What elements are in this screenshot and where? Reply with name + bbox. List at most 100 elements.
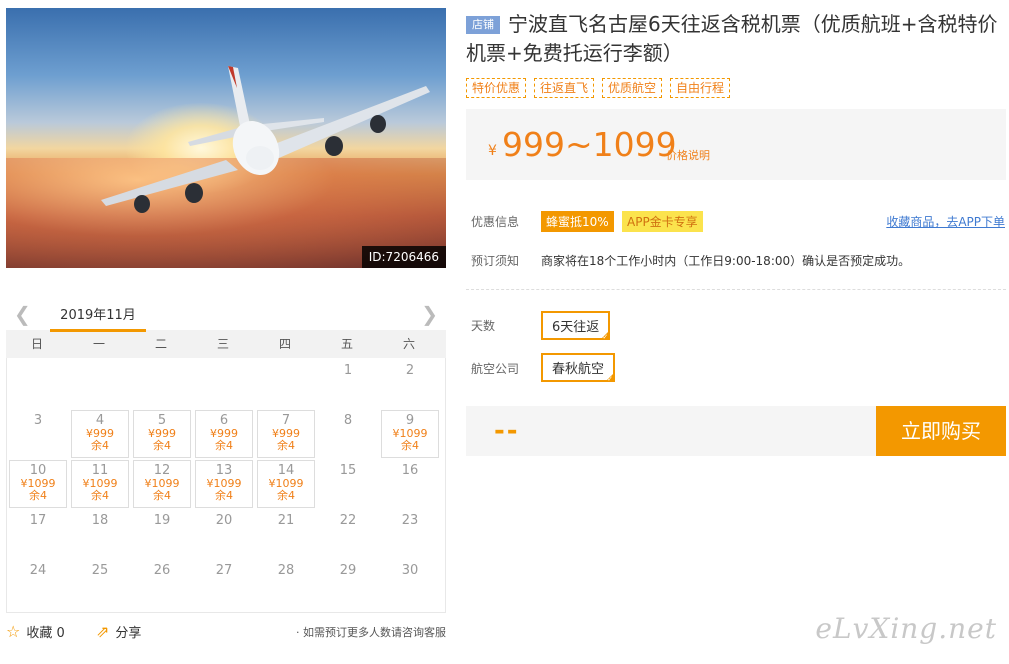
check-icon: ✓: [602, 333, 609, 341]
calendar-day-available[interactable]: 13 ¥1099 余4: [195, 460, 253, 508]
promo-label: 优惠信息: [471, 215, 520, 229]
calendar-day: 26: [131, 558, 193, 608]
calendar-day: 21: [255, 508, 317, 558]
weekday-label: 六: [402, 337, 415, 351]
total-price: --: [494, 416, 520, 446]
day-remaining: 余4: [401, 439, 419, 452]
calendar-day: 27: [193, 558, 255, 608]
calendar-day: 1: [317, 358, 379, 408]
day-number: 17: [29, 513, 47, 528]
favorite-button[interactable]: ☆ 收藏 0: [6, 622, 65, 641]
calendar-day: 29: [317, 558, 379, 608]
day-number: 1: [343, 363, 353, 378]
calendar-day-available[interactable]: 9 ¥1099 余4: [381, 410, 439, 458]
tag: 往返直飞: [534, 78, 595, 98]
calendar-week: 10 ¥1099 余4 11 ¥1099 余4 12 ¥1099 余4 13 ¥1099 余4 14 ¥1…: [7, 458, 445, 508]
day-number: 30: [401, 563, 419, 578]
price-calendar: ❮ 2019年11月 ❯ 日一二三四五六 1 2 3 4 ¥999 余4 5 ¥999 余4 6 ¥…: [6, 296, 446, 613]
calendar-day: [193, 358, 255, 408]
favorite-label: 收藏: [26, 626, 53, 641]
calendar-day-available[interactable]: 4 ¥999 余4: [71, 410, 129, 458]
day-number: 7: [281, 413, 291, 428]
day-remaining: 余4: [153, 489, 171, 502]
price-explain-link[interactable]: 价格说明: [666, 147, 710, 163]
day-number: 29: [339, 563, 357, 578]
tag: 自由行程: [670, 78, 731, 98]
day-remaining: 余4: [153, 439, 171, 452]
day-number: 23: [401, 513, 419, 528]
calendar-day-available[interactable]: 10 ¥1099 余4: [9, 460, 67, 508]
calendar-day-available[interactable]: 6 ¥999 余4: [195, 410, 253, 458]
share-label: 分享: [115, 626, 142, 641]
day-remaining: 余4: [277, 489, 295, 502]
days-option-label: 6天往返: [552, 320, 600, 335]
day-number: 24: [29, 563, 47, 578]
day-number: 6: [219, 413, 229, 428]
price-range: 999~1099: [502, 125, 677, 164]
product-title: 店铺 宁波直飞名古屋6天往返含税机票（优质航班+含税特价机票+免费托运行李额）: [466, 10, 1006, 68]
calendar-day: 15: [317, 458, 379, 508]
calendar-weekday-header: 日一二三四五六: [6, 330, 446, 358]
calendar-day: 17: [7, 508, 69, 558]
store-badge: 店铺: [466, 16, 500, 34]
day-number: 20: [215, 513, 233, 528]
calendar-day: 30: [379, 558, 441, 608]
divider: [466, 289, 1006, 290]
calendar-day: 20: [193, 508, 255, 558]
calendar-day: 18: [69, 508, 131, 558]
day-number: 3: [33, 413, 43, 428]
calendar-day-available[interactable]: 5 ¥999 余4: [133, 410, 191, 458]
day-number: 11: [91, 463, 109, 478]
day-number: 25: [91, 563, 109, 578]
day-number: 21: [277, 513, 295, 528]
day-number: 27: [215, 563, 233, 578]
app-order-link[interactable]: 收藏商品，去APP下单: [886, 213, 1005, 230]
image-id-tag: ID:7206466: [361, 246, 446, 268]
chevron-left-icon[interactable]: ❮: [14, 302, 31, 326]
days-option-selected[interactable]: 6天往返 ✓: [541, 311, 611, 341]
day-remaining: 余4: [215, 489, 233, 502]
calendar-day: 2: [379, 358, 441, 408]
day-number: 26: [153, 563, 171, 578]
calendar-day: [69, 358, 131, 408]
currency-symbol: ¥: [488, 143, 497, 159]
product-image: ID:7206466: [6, 8, 446, 268]
day-remaining: 余4: [277, 439, 295, 452]
day-remaining: 余4: [91, 439, 109, 452]
calendar-day-available[interactable]: 14 ¥1099 余4: [257, 460, 315, 508]
buy-now-button[interactable]: 立即购买: [876, 406, 1006, 456]
weekday-label: 四: [278, 337, 291, 351]
booking-notice: 商家将在18个工作小时内（工作日9:00-18:00）确认是否预定成功。: [541, 254, 911, 268]
day-number: 14: [277, 463, 295, 478]
day-number: 10: [29, 463, 47, 478]
weekday-label: 一: [92, 337, 105, 351]
calendar-nav: ❮ 2019年11月 ❯: [6, 296, 446, 332]
day-remaining: 余4: [91, 489, 109, 502]
calendar-day: 3: [7, 408, 69, 458]
action-bar: ☆ 收藏 0 ⇗ 分享 · 如需预订更多人数请咨询客服: [6, 620, 446, 644]
calendar-day: [131, 358, 193, 408]
calendar-day: 23: [379, 508, 441, 558]
calendar-day: 8: [317, 408, 379, 458]
calendar-grid: 1 2 3 4 ¥999 余4 5 ¥999 余4 6 ¥999 余4 7 ¥999 余4 8 9 ¥1099 余4…: [6, 358, 446, 613]
share-button[interactable]: ⇗ 分享: [96, 622, 141, 641]
calendar-month-tab[interactable]: 2019年11月: [50, 304, 146, 332]
weekday-label: 日: [30, 337, 43, 351]
day-number: 2: [405, 363, 415, 378]
calendar-day: 19: [131, 508, 193, 558]
day-remaining: 余4: [215, 439, 233, 452]
day-remaining: 余4: [29, 489, 47, 502]
airline-option-selected[interactable]: 春秋航空 ✓: [541, 353, 616, 383]
calendar-day-available[interactable]: 11 ¥1099 余4: [71, 460, 129, 508]
day-number: 4: [95, 413, 105, 428]
day-number: 9: [405, 413, 415, 428]
chevron-right-icon[interactable]: ❯: [421, 302, 438, 326]
day-number: 19: [153, 513, 171, 528]
calendar-day: 22: [317, 508, 379, 558]
product-title-text: 宁波直飞名古屋6天往返含税机票（优质航班+含税特价机票+免费托运行李额）: [466, 12, 998, 65]
calendar-week: 17 18 19 20 21 22 23: [7, 508, 445, 558]
calendar-day-available[interactable]: 12 ¥1099 余4: [133, 460, 191, 508]
day-number: 18: [91, 513, 109, 528]
calendar-day-available[interactable]: 7 ¥999 余4: [257, 410, 315, 458]
favorite-count: 0: [56, 626, 65, 641]
